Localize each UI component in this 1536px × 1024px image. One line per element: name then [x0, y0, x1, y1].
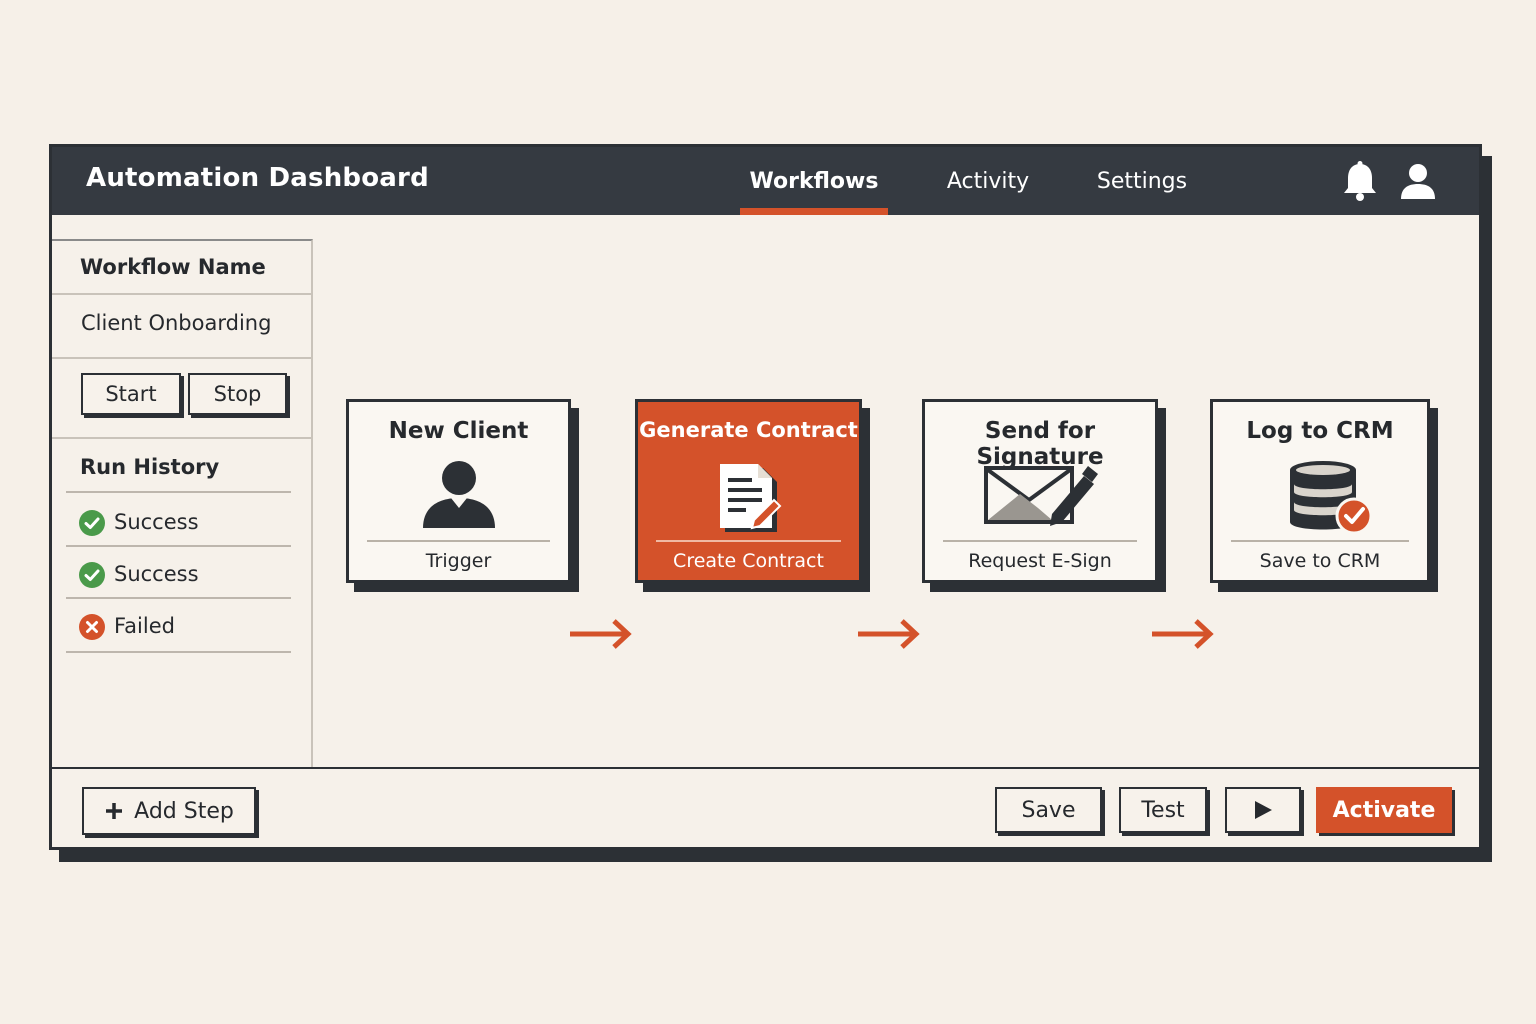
tab-workflows[interactable]: Workflows: [740, 147, 888, 215]
plus-icon: [106, 803, 123, 819]
divider: [52, 357, 311, 359]
stop-button[interactable]: Stop: [188, 373, 287, 415]
footer-divider: [52, 767, 1479, 769]
run-status-label: Success: [114, 562, 199, 586]
step-title: Log to CRM: [1246, 418, 1394, 444]
run-button[interactable]: [1225, 787, 1301, 833]
divider: [1231, 540, 1409, 542]
divider: [66, 545, 291, 547]
person-icon: [422, 461, 495, 528]
divider: [943, 540, 1137, 542]
tab-activity[interactable]: Activity: [932, 147, 1044, 215]
divider: [66, 491, 291, 493]
workflow-name-heading: Workflow Name: [80, 255, 266, 279]
step-title: Generate Contract: [639, 418, 858, 442]
step-card-log-to-crm[interactable]: Log to CRM Save to CRM: [1210, 399, 1430, 583]
top-bar: Automation Dashboard Workflows Activity …: [52, 147, 1479, 215]
run-status-label: Failed: [114, 614, 175, 638]
arrow-right-icon: [1152, 619, 1214, 649]
step-title: New Client: [388, 418, 529, 444]
divider: [52, 293, 311, 295]
step-card-send-for-signature[interactable]: Send for Signature Request E-Sign: [922, 399, 1158, 583]
arrow-right-icon: [858, 619, 920, 649]
save-button[interactable]: Save: [995, 787, 1102, 833]
run-history-heading: Run History: [80, 455, 220, 479]
app-title: Automation Dashboard: [86, 163, 429, 193]
arrow-right-icon: [570, 619, 632, 649]
user-icon[interactable]: [1398, 161, 1438, 203]
divider: [66, 651, 291, 653]
check-circle-icon: [79, 562, 105, 588]
dashboard-window: Automation Dashboard Workflows Activity …: [49, 144, 1482, 850]
start-button[interactable]: Start: [81, 373, 181, 415]
divider: [66, 597, 291, 599]
sidebar: Workflow Name Client Onboarding Start St…: [52, 239, 313, 767]
divider: [367, 540, 550, 542]
tab-settings[interactable]: Settings: [1084, 147, 1200, 215]
step-subtitle: Request E-Sign: [968, 550, 1112, 572]
activate-button[interactable]: Activate: [1316, 787, 1452, 833]
step-card-generate-contract[interactable]: Generate Contract Create Contract: [635, 399, 862, 583]
run-status-label: Success: [114, 510, 199, 534]
add-step-label: Add Step: [134, 798, 234, 824]
workflow-name-value: Client Onboarding: [81, 311, 272, 335]
step-subtitle: Trigger: [425, 550, 492, 572]
envelope-pen-icon: [984, 466, 1098, 526]
add-step-button[interactable]: Add Step: [82, 787, 256, 835]
divider: [52, 437, 311, 439]
step-card-new-client[interactable]: New Client Trigger: [346, 399, 571, 583]
step-subtitle: Save to CRM: [1259, 550, 1381, 572]
check-circle-icon: [79, 510, 105, 536]
play-icon: [1255, 801, 1272, 819]
step-subtitle: Create Contract: [673, 550, 824, 572]
database-check-icon: [1289, 461, 1373, 535]
bell-icon[interactable]: [1340, 161, 1380, 203]
x-circle-icon: [79, 614, 105, 640]
test-button[interactable]: Test: [1119, 787, 1207, 833]
divider: [656, 540, 841, 542]
document-edit-icon: [719, 464, 781, 532]
